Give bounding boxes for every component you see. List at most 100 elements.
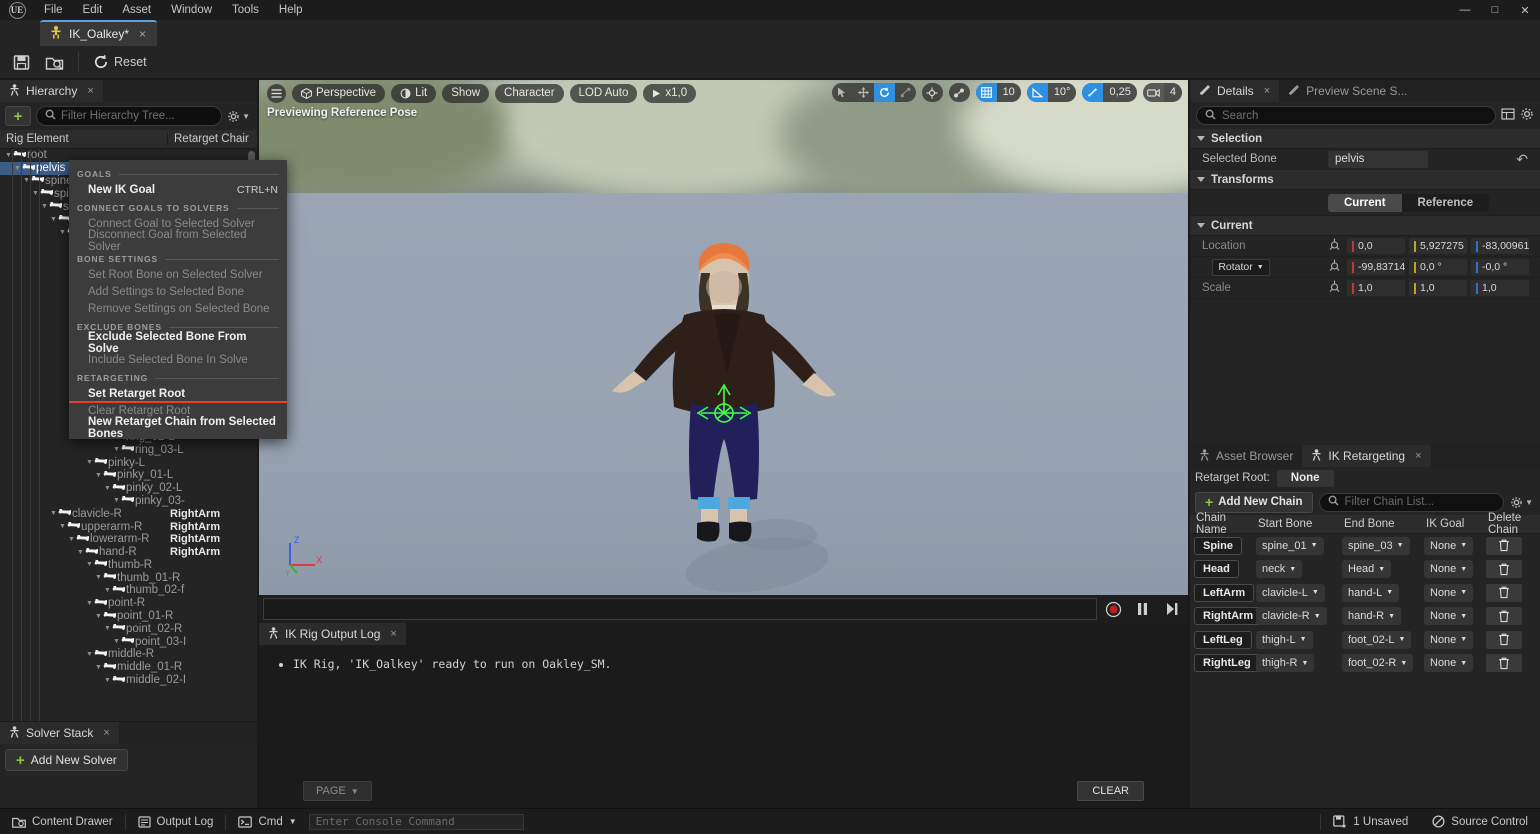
- page-dropdown[interactable]: PAGE ▼: [303, 781, 372, 801]
- chain-row[interactable]: RightLegthigh-R▼foot_02-R▼None▼: [1190, 652, 1540, 676]
- expand-caret-icon[interactable]: ▼: [112, 446, 121, 453]
- minimize-icon[interactable]: —: [1450, 0, 1480, 20]
- step-forward-button[interactable]: [1159, 597, 1184, 621]
- tab-ik-retargeting[interactable]: IK Retargeting ×: [1302, 445, 1430, 467]
- delete-chain-button[interactable]: [1486, 631, 1522, 649]
- maximize-icon[interactable]: □: [1480, 0, 1510, 20]
- chain-ik-goal-dropdown[interactable]: None▼: [1424, 654, 1473, 672]
- menu-item-tools[interactable]: Tools: [222, 0, 269, 20]
- viewport-lit-button[interactable]: Lit: [391, 84, 436, 103]
- timeline-scrubber[interactable]: [263, 598, 1097, 620]
- chain-start-bone-dropdown[interactable]: clavicle-L▼: [1256, 584, 1325, 602]
- viewport-menu-icon[interactable]: [267, 84, 286, 103]
- transform-value-z[interactable]: -0,0 °: [1471, 259, 1529, 275]
- delete-chain-button[interactable]: [1486, 560, 1522, 578]
- cmd-dropdown[interactable]: Cmd ▼: [226, 809, 308, 834]
- chain-name[interactable]: Head: [1194, 560, 1239, 578]
- tab-details[interactable]: Details ×: [1190, 80, 1279, 102]
- expand-caret-icon[interactable]: ▼: [112, 497, 121, 504]
- expand-caret-icon[interactable]: ▼: [85, 561, 94, 568]
- transform-value-z[interactable]: 1,0: [1471, 280, 1529, 296]
- chain-end-bone-dropdown[interactable]: foot_02-R▼: [1342, 654, 1413, 672]
- expand-caret-icon[interactable]: ▼: [58, 229, 67, 236]
- tab-solver-stack-close-icon[interactable]: ×: [103, 727, 109, 739]
- move-tool-icon[interactable]: [853, 83, 874, 102]
- selected-bone-value[interactable]: pelvis: [1328, 151, 1428, 168]
- transform-value-y[interactable]: 0,0 °: [1409, 259, 1467, 275]
- tab-hierarchy-close-icon[interactable]: ×: [87, 85, 93, 97]
- reset-button[interactable]: Reset: [87, 49, 153, 76]
- rotate-tool-icon[interactable]: [874, 83, 895, 102]
- viewport-lod-button[interactable]: LOD Auto: [570, 84, 638, 103]
- delete-chain-button[interactable]: [1486, 537, 1522, 555]
- scale-tool-icon[interactable]: [895, 83, 916, 102]
- pause-button[interactable]: [1130, 597, 1155, 621]
- bone-context-menu[interactable]: GOALSNew IK GoalCTRL+NCONNECT GOALS TO S…: [69, 160, 287, 439]
- console-command-input[interactable]: Enter Console Command: [309, 814, 524, 830]
- chain-name[interactable]: RightLeg: [1194, 654, 1260, 672]
- chain-row[interactable]: LeftArmclavicle-L▼hand-L▼None▼: [1190, 581, 1540, 605]
- chain-name[interactable]: LeftArm: [1194, 584, 1254, 602]
- tab-ik-retargeting-close-icon[interactable]: ×: [1415, 450, 1421, 462]
- tab-output-log-close-icon[interactable]: ×: [390, 628, 396, 640]
- section-current[interactable]: Current: [1190, 216, 1540, 236]
- chain-row[interactable]: Spinespine_01▼spine_03▼None▼: [1190, 534, 1540, 558]
- tab-ik-rig-output-log[interactable]: IK Rig Output Log ×: [259, 623, 406, 645]
- content-drawer-button[interactable]: Content Drawer: [0, 809, 125, 834]
- reset-value-icon[interactable]: ↶: [1516, 151, 1528, 168]
- expand-caret-icon[interactable]: ▼: [94, 472, 103, 479]
- transform-value-x[interactable]: 1,0: [1347, 280, 1405, 296]
- context-menu-item-new-ik-goal[interactable]: New IK GoalCTRL+N: [69, 181, 287, 198]
- unsaved-indicator[interactable]: 1 Unsaved: [1321, 809, 1420, 834]
- chain-end-bone-dropdown[interactable]: Head▼: [1342, 560, 1391, 578]
- add-new-chain-button[interactable]: + Add New Chain: [1195, 492, 1313, 513]
- tab-hierarchy[interactable]: Hierarchy ×: [0, 80, 103, 102]
- chain-start-bone-dropdown[interactable]: spine_01▼: [1256, 537, 1324, 555]
- context-menu-item-set-retarget-root[interactable]: Set Retarget Root: [69, 385, 287, 402]
- expand-caret-icon[interactable]: ▼: [103, 485, 112, 492]
- world-coords-icon[interactable]: [922, 83, 943, 102]
- expand-caret-icon[interactable]: ▼: [94, 664, 103, 671]
- chain-end-bone-dropdown[interactable]: spine_03▼: [1342, 537, 1410, 555]
- expand-caret-icon[interactable]: ▼: [85, 600, 94, 607]
- chain-row[interactable]: LeftLegthigh-L▼foot_02-L▼None▼: [1190, 628, 1540, 652]
- transform-value-x[interactable]: 0,0: [1347, 238, 1405, 254]
- grid-snap-value[interactable]: 10: [997, 83, 1021, 102]
- tab-preview-scene-settings[interactable]: Preview Scene S...: [1279, 80, 1416, 102]
- browse-asset-button[interactable]: [39, 49, 70, 76]
- menu-item-window[interactable]: Window: [161, 0, 222, 20]
- expand-caret-icon[interactable]: ▼: [58, 523, 67, 530]
- asset-tab-close-icon[interactable]: ×: [136, 27, 149, 41]
- section-selection[interactable]: Selection: [1190, 129, 1540, 149]
- unreal-logo[interactable]: UE: [0, 0, 34, 20]
- expand-caret-icon[interactable]: ▼: [94, 613, 103, 620]
- expand-caret-icon[interactable]: ▼: [49, 216, 58, 223]
- source-control-button[interactable]: Source Control: [1420, 809, 1540, 834]
- transform-value-y[interactable]: 5,927275: [1409, 238, 1467, 254]
- scale-snap-icon[interactable]: [1082, 83, 1103, 102]
- delete-chain-button[interactable]: [1486, 584, 1522, 602]
- chain-start-bone-dropdown[interactable]: clavicle-R▼: [1256, 607, 1327, 625]
- add-element-button[interactable]: +: [5, 106, 31, 126]
- chain-end-bone-dropdown[interactable]: hand-R▼: [1342, 607, 1401, 625]
- delete-chain-button[interactable]: [1486, 654, 1522, 672]
- output-log-button[interactable]: Output Log: [126, 809, 226, 834]
- context-menu-item-exclude-selected-bone-from-solve[interactable]: Exclude Selected Bone From Solve: [69, 334, 287, 351]
- chain-filter-input[interactable]: Filter Chain List...: [1319, 493, 1505, 512]
- chain-row[interactable]: Headneck▼Head▼None▼: [1190, 558, 1540, 582]
- expand-caret-icon[interactable]: ▼: [112, 638, 121, 645]
- add-new-solver-button[interactable]: + Add New Solver: [5, 749, 128, 771]
- expand-caret-icon[interactable]: ▼: [103, 587, 112, 594]
- menu-item-edit[interactable]: Edit: [73, 0, 113, 20]
- select-tool-icon[interactable]: [832, 83, 853, 102]
- expand-caret-icon[interactable]: ▼: [49, 510, 58, 517]
- viewport-perspective-button[interactable]: Perspective: [292, 84, 385, 103]
- chain-start-bone-dropdown[interactable]: thigh-L▼: [1256, 631, 1313, 649]
- transform-value-y[interactable]: 1,0: [1409, 280, 1467, 296]
- chain-name[interactable]: Spine: [1194, 537, 1242, 555]
- expand-caret-icon[interactable]: ▼: [67, 536, 76, 543]
- chain-ik-goal-dropdown[interactable]: None▼: [1424, 560, 1473, 578]
- asset-tab-ik-oalkey[interactable]: IK_Oalkey* ×: [40, 20, 157, 46]
- menu-item-asset[interactable]: Asset: [112, 0, 161, 20]
- mode-reference-button[interactable]: Reference: [1402, 194, 1490, 212]
